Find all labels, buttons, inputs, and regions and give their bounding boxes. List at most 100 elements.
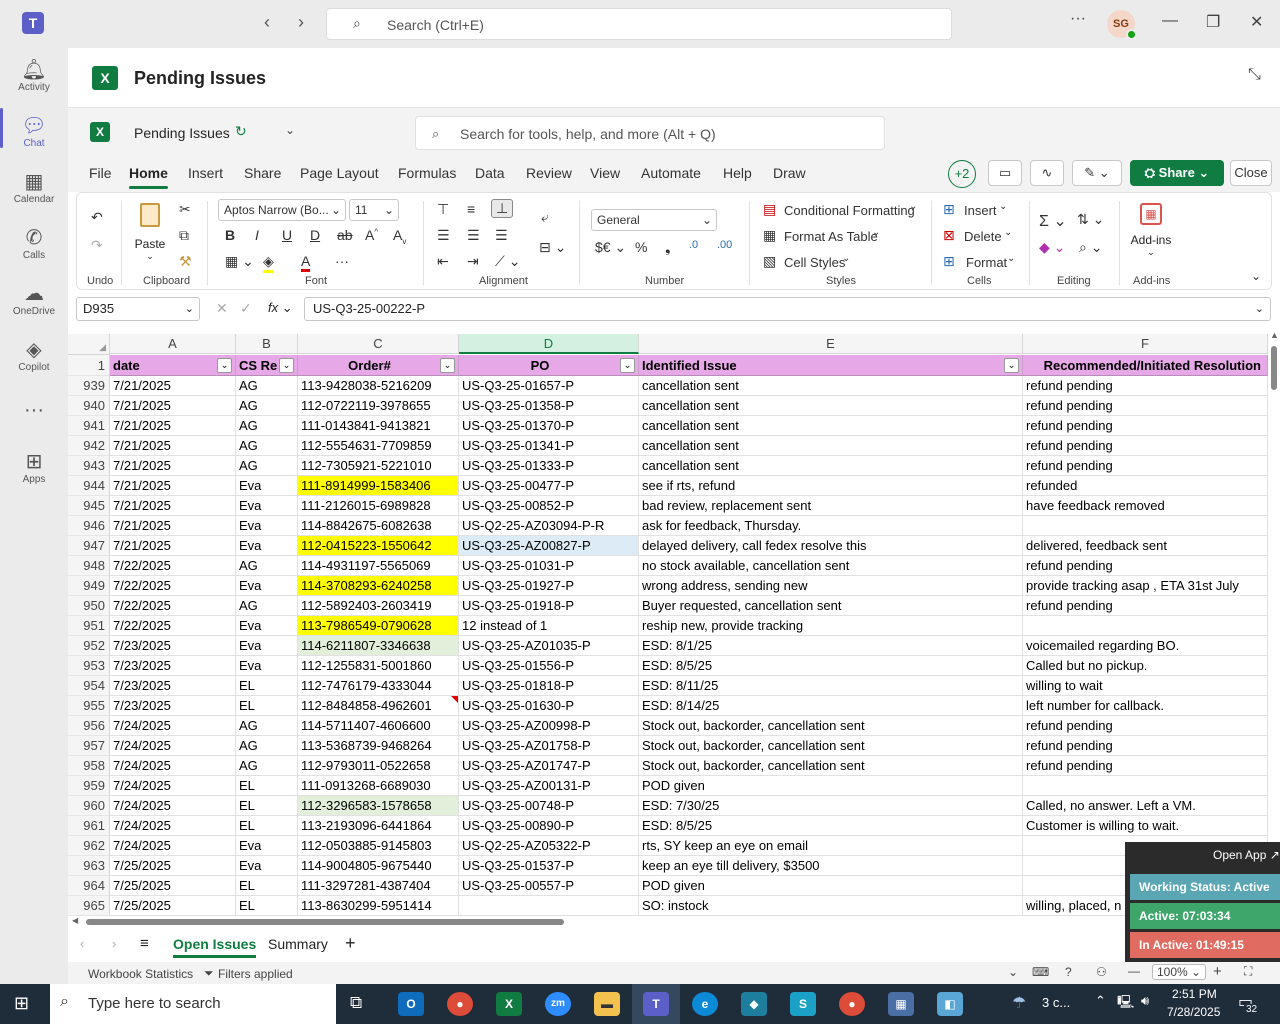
cell-b[interactable]: Eva (236, 576, 298, 596)
insert-cells-icon[interactable]: ⊞ (943, 201, 955, 218)
cell-b[interactable]: AG (236, 416, 298, 436)
cell-c[interactable]: 113-9428038-5216209 (298, 376, 459, 396)
filter-dropdown-icon[interactable]: ⌄ (440, 358, 455, 373)
cell-d[interactable]: US-Q3-25-01537-P (459, 856, 639, 876)
header-cell-d[interactable]: PO ⌄ (459, 355, 639, 376)
cell-f[interactable]: refund pending (1023, 556, 1268, 576)
cell-b[interactable]: Eva (236, 656, 298, 676)
increase-indent-icon[interactable]: ⇥ (467, 253, 479, 270)
cell-a[interactable]: 7/21/2025 (110, 476, 236, 496)
cell-c[interactable]: 111-2126015-6989828 (298, 496, 459, 516)
font-name-dropdown[interactable]: Aptos Narrow (Bo... ⌄ (218, 199, 346, 221)
row-header[interactable]: 961 (68, 816, 110, 836)
cell-a[interactable]: 7/21/2025 (110, 436, 236, 456)
cell-c[interactable]: 112-5554631-7709859 (298, 436, 459, 456)
cell-d[interactable]: US-Q3-25-01918-P (459, 596, 639, 616)
zoom-level[interactable]: 100% ⌄ (1152, 964, 1207, 980)
formula-input[interactable]: US-Q3-25-00222-P ⌄ (304, 297, 1271, 321)
cell-c[interactable]: 114-5711407-4606600 (298, 716, 459, 736)
volume-icon[interactable]: 🔊︎ (1141, 993, 1149, 1009)
filter-dropdown-icon[interactable]: ⌄ (1004, 358, 1019, 373)
cell-f[interactable]: refund pending (1023, 436, 1268, 456)
row-header[interactable]: 953 (68, 656, 110, 676)
cell-f[interactable]: willing to wait (1023, 676, 1268, 696)
cell-d[interactable]: US-Q3-25-01370-P (459, 416, 639, 436)
teams-taskbar-icon[interactable]: T (643, 992, 669, 1016)
cell-d[interactable]: 12 instead of 1 (459, 616, 639, 636)
cell-c[interactable]: 112-7476179-4333044 (298, 676, 459, 696)
cell-e[interactable]: POD given (639, 876, 1023, 896)
cell-b[interactable]: AG (236, 736, 298, 756)
cell-f[interactable]: refund pending (1023, 396, 1268, 416)
rail-onedrive[interactable]: ☁ OneDrive (0, 282, 68, 317)
row-header[interactable]: 955 (68, 696, 110, 716)
calculator-icon[interactable]: ▦ (888, 992, 914, 1016)
rail-more[interactable]: ··· (0, 398, 68, 422)
clock-time[interactable]: 2:51 PM (1172, 987, 1217, 1001)
cell-f[interactable]: refunded (1023, 476, 1268, 496)
cell-c[interactable]: 112-0415223-1550642 (298, 536, 459, 556)
cell-f[interactable]: refund pending (1023, 376, 1268, 396)
copy-icon[interactable]: ⧉ (179, 227, 189, 244)
row-header[interactable]: 959 (68, 776, 110, 796)
cell-f[interactable]: Called, no answer. Left a VM. (1023, 796, 1268, 816)
tray-chevron-icon[interactable]: ⌃ (1095, 993, 1106, 1009)
percent-icon[interactable]: % (635, 239, 647, 255)
cell-e[interactable]: ask for feedback, Thursday. (639, 516, 1023, 536)
autosum-icon[interactable]: Σ ⌄ (1039, 211, 1067, 231)
cell-f[interactable]: delivered, feedback sent (1023, 536, 1268, 556)
avatar[interactable]: SG (1107, 10, 1137, 40)
taskbar-search-box[interactable]: ⌕ Type here to search (50, 984, 336, 1024)
undo-icon[interactable]: ↶ (91, 209, 103, 226)
app-icon[interactable]: ◧ (937, 992, 963, 1016)
clear-icon[interactable]: ◆ ⌄ (1039, 239, 1065, 256)
cell-b[interactable]: EL (236, 696, 298, 716)
chrome-icon[interactable]: ● (447, 992, 473, 1016)
find-select-icon[interactable]: ⌕ ⌄ (1079, 239, 1102, 256)
zoom-out-icon[interactable]: — (1128, 964, 1140, 978)
row-header[interactable]: 940 (68, 396, 110, 416)
add-sheet-icon[interactable]: + (345, 933, 356, 954)
chrome-icon[interactable]: ● (839, 992, 865, 1016)
cell-b[interactable]: EL (236, 776, 298, 796)
cell-b[interactable]: AG (236, 456, 298, 476)
top-align-icon[interactable]: ⊤ (437, 201, 449, 218)
cell-e[interactable]: wrong address, sending new (639, 576, 1023, 596)
cell-b[interactable]: AG (236, 756, 298, 776)
cell-e[interactable]: Stock out, backorder, cancellation sent (639, 736, 1023, 756)
align-center-icon[interactable]: ☰ (467, 227, 480, 244)
cell-b[interactable]: EL (236, 876, 298, 896)
cell-e[interactable]: cancellation sent (639, 436, 1023, 456)
cell-e[interactable]: ESD: 8/5/25 (639, 816, 1023, 836)
column-header-C[interactable]: C (298, 334, 459, 354)
header-cell-c[interactable]: Order# ⌄ (298, 355, 459, 376)
tab-help[interactable]: Help (723, 165, 752, 181)
cell-a[interactable]: 7/21/2025 (110, 536, 236, 556)
tab-review[interactable]: Review (526, 165, 572, 181)
wrap-text-icon[interactable]: ⤶ (541, 209, 549, 226)
cell-e[interactable]: SO: instock (639, 896, 1023, 916)
cell-c[interactable]: 112-3296583-1578658 (298, 796, 459, 816)
row-header[interactable]: 942 (68, 436, 110, 456)
column-header-F[interactable]: F (1023, 334, 1268, 354)
teams-search-box[interactable]: ⌕ Search (Ctrl+E) (326, 8, 952, 40)
align-left-icon[interactable]: ☰ (437, 227, 450, 244)
column-header-A[interactable]: A (110, 334, 236, 354)
decrease-indent-icon[interactable]: ⇤ (437, 253, 449, 270)
fullscreen-icon[interactable]: ⛶ (1244, 964, 1252, 979)
outlook-icon[interactable]: O (398, 992, 424, 1016)
select-all-corner[interactable]: ◢ (68, 334, 110, 355)
more-options-icon[interactable]: ··· (1070, 10, 1086, 28)
header-cell-b[interactable]: CS Re ⌄ (236, 355, 298, 376)
cell-a[interactable]: 7/25/2025 (110, 896, 236, 916)
comma-style-icon[interactable]: ❟ (665, 239, 671, 256)
cell-a[interactable]: 7/23/2025 (110, 696, 236, 716)
cell-a[interactable]: 7/22/2025 (110, 596, 236, 616)
row-header[interactable]: 948 (68, 556, 110, 576)
cell-a[interactable]: 7/22/2025 (110, 576, 236, 596)
filter-dropdown-icon[interactable]: ⌄ (217, 358, 232, 373)
name-box[interactable]: D935 ⌄ (76, 297, 200, 321)
cell-c[interactable]: 114-4931197-5565069 (298, 556, 459, 576)
cell-a[interactable]: 7/24/2025 (110, 776, 236, 796)
cell-c[interactable]: 112-9793011-0522658 (298, 756, 459, 776)
